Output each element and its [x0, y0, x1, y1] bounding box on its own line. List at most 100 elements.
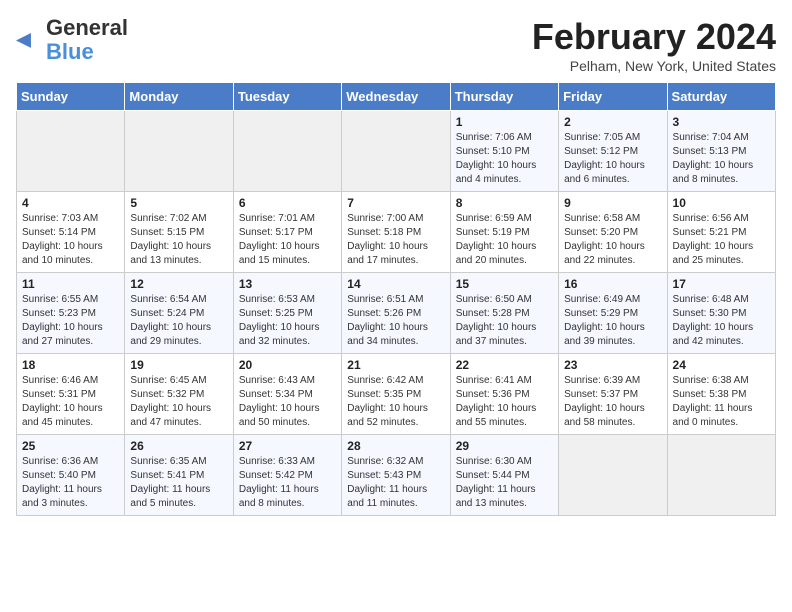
calendar-cell: 7 Sunrise: 7:00 AM Sunset: 5:18 PM Daylig…	[342, 192, 450, 273]
day-number: 27	[239, 439, 336, 453]
day-number: 25	[22, 439, 119, 453]
calendar-cell: 9 Sunrise: 6:58 AM Sunset: 5:20 PM Daylig…	[559, 192, 667, 273]
calendar-cell: 11 Sunrise: 6:55 AM Sunset: 5:23 PM Dayli…	[17, 273, 125, 354]
logo-blue: Blue	[46, 39, 94, 64]
calendar-cell: 28 Sunrise: 6:32 AM Sunset: 5:43 PM Dayli…	[342, 435, 450, 516]
page-header: February 2024 Pelham, New York, United S…	[16, 16, 776, 74]
day-number: 19	[130, 358, 227, 372]
calendar-cell: 1 Sunrise: 7:06 AM Sunset: 5:10 PM Daylig…	[450, 111, 558, 192]
weekday-header-monday: Monday	[125, 83, 233, 111]
calendar-cell: 12 Sunrise: 6:54 AM Sunset: 5:24 PM Dayli…	[125, 273, 233, 354]
weekday-header-thursday: Thursday	[450, 83, 558, 111]
logo-text: GeneralBlue	[46, 16, 128, 64]
day-info: Sunrise: 6:58 AM Sunset: 5:20 PM Dayligh…	[564, 212, 661, 268]
day-number: 7	[347, 196, 444, 210]
day-number: 8	[456, 196, 553, 210]
day-number: 5	[130, 196, 227, 210]
calendar-cell: 17 Sunrise: 6:48 AM Sunset: 5:30 PM Dayli…	[667, 273, 775, 354]
weekday-header-tuesday: Tuesday	[233, 83, 341, 111]
calendar-cell: 14Sunrise: 6:51 AM Sunset: 5:26 PM Dayli…	[342, 273, 450, 354]
calendar-cell: 13 Sunrise: 6:53 AM Sunset: 5:25 PM Dayli…	[233, 273, 341, 354]
calendar-header-row: SundayMondayTuesdayWednesdayThursdayFrid…	[17, 83, 776, 111]
calendar-cell: 24 Sunrise: 6:38 AM Sunset: 5:38 PM Dayli…	[667, 354, 775, 435]
calendar-cell: 10 Sunrise: 6:56 AM Sunset: 5:21 PM Dayli…	[667, 192, 775, 273]
day-info: Sunrise: 7:01 AM Sunset: 5:17 PM Dayligh…	[239, 212, 336, 268]
calendar-table: SundayMondayTuesdayWednesdayThursdayFrid…	[16, 82, 776, 516]
calendar-cell: 6 Sunrise: 7:01 AM Sunset: 5:17 PM Daylig…	[233, 192, 341, 273]
calendar-cell: 5Sunrise: 7:02 AM Sunset: 5:15 PM Daylig…	[125, 192, 233, 273]
calendar-week-row: 1 Sunrise: 7:06 AM Sunset: 5:10 PM Daylig…	[17, 111, 776, 192]
day-number: 12	[130, 277, 227, 291]
calendar-cell	[342, 111, 450, 192]
day-info: Sunrise: 6:48 AM Sunset: 5:30 PM Dayligh…	[673, 293, 770, 349]
calendar-cell: 8 Sunrise: 6:59 AM Sunset: 5:19 PM Daylig…	[450, 192, 558, 273]
day-number: 22	[456, 358, 553, 372]
day-number: 1	[456, 115, 553, 129]
page-subtitle: Pelham, New York, United States	[16, 58, 776, 74]
day-info: Sunrise: 6:50 AM Sunset: 5:28 PM Dayligh…	[456, 293, 553, 349]
day-number: 9	[564, 196, 661, 210]
calendar-week-row: 4Sunrise: 7:03 AM Sunset: 5:14 PM Daylig…	[17, 192, 776, 273]
day-number: 17	[673, 277, 770, 291]
day-number: 23	[564, 358, 661, 372]
calendar-week-row: 11 Sunrise: 6:55 AM Sunset: 5:23 PM Dayli…	[17, 273, 776, 354]
day-info: Sunrise: 6:36 AM Sunset: 5:40 PM Dayligh…	[22, 455, 119, 511]
calendar-week-row: 18Sunrise: 6:46 AM Sunset: 5:31 PM Dayli…	[17, 354, 776, 435]
day-number: 16	[564, 277, 661, 291]
calendar-cell	[667, 435, 775, 516]
day-number: 4	[22, 196, 119, 210]
day-number: 24	[673, 358, 770, 372]
calendar-cell	[17, 111, 125, 192]
day-info: Sunrise: 6:39 AM Sunset: 5:37 PM Dayligh…	[564, 374, 661, 430]
calendar-cell: 29Sunrise: 6:30 AM Sunset: 5:44 PM Dayli…	[450, 435, 558, 516]
day-number: 3	[673, 115, 770, 129]
day-number: 13	[239, 277, 336, 291]
calendar-cell: 4Sunrise: 7:03 AM Sunset: 5:14 PM Daylig…	[17, 192, 125, 273]
weekday-header-friday: Friday	[559, 83, 667, 111]
calendar-cell: 18Sunrise: 6:46 AM Sunset: 5:31 PM Dayli…	[17, 354, 125, 435]
day-info: Sunrise: 7:00 AM Sunset: 5:18 PM Dayligh…	[347, 212, 444, 268]
day-info: Sunrise: 6:32 AM Sunset: 5:43 PM Dayligh…	[347, 455, 444, 511]
day-info: Sunrise: 6:49 AM Sunset: 5:29 PM Dayligh…	[564, 293, 661, 349]
calendar-cell	[559, 435, 667, 516]
day-number: 20	[239, 358, 336, 372]
calendar-cell: 26Sunrise: 6:35 AM Sunset: 5:41 PM Dayli…	[125, 435, 233, 516]
day-number: 2	[564, 115, 661, 129]
svg-text:◀: ◀	[16, 29, 32, 51]
calendar-cell: 25 Sunrise: 6:36 AM Sunset: 5:40 PM Dayli…	[17, 435, 125, 516]
calendar-week-row: 25 Sunrise: 6:36 AM Sunset: 5:40 PM Dayli…	[17, 435, 776, 516]
page-title: February 2024	[16, 16, 776, 58]
calendar-cell	[125, 111, 233, 192]
logo: ◀ GeneralBlue	[16, 16, 128, 64]
day-info: Sunrise: 6:56 AM Sunset: 5:21 PM Dayligh…	[673, 212, 770, 268]
day-number: 21	[347, 358, 444, 372]
day-number: 11	[22, 277, 119, 291]
day-number: 29	[456, 439, 553, 453]
day-info: Sunrise: 6:42 AM Sunset: 5:35 PM Dayligh…	[347, 374, 444, 430]
calendar-cell: 2 Sunrise: 7:05 AM Sunset: 5:12 PM Daylig…	[559, 111, 667, 192]
day-number: 6	[239, 196, 336, 210]
day-number: 28	[347, 439, 444, 453]
weekday-header-wednesday: Wednesday	[342, 83, 450, 111]
day-number: 10	[673, 196, 770, 210]
weekday-header-sunday: Sunday	[17, 83, 125, 111]
day-info: Sunrise: 6:38 AM Sunset: 5:38 PM Dayligh…	[673, 374, 770, 430]
weekday-header-saturday: Saturday	[667, 83, 775, 111]
day-info: Sunrise: 6:55 AM Sunset: 5:23 PM Dayligh…	[22, 293, 119, 349]
calendar-cell	[233, 111, 341, 192]
day-info: Sunrise: 6:53 AM Sunset: 5:25 PM Dayligh…	[239, 293, 336, 349]
calendar-cell: 20 Sunrise: 6:43 AM Sunset: 5:34 PM Dayli…	[233, 354, 341, 435]
day-info: Sunrise: 7:05 AM Sunset: 5:12 PM Dayligh…	[564, 131, 661, 187]
day-info: Sunrise: 6:54 AM Sunset: 5:24 PM Dayligh…	[130, 293, 227, 349]
calendar-cell: 21 Sunrise: 6:42 AM Sunset: 5:35 PM Dayli…	[342, 354, 450, 435]
day-info: Sunrise: 7:04 AM Sunset: 5:13 PM Dayligh…	[673, 131, 770, 187]
day-info: Sunrise: 6:45 AM Sunset: 5:32 PM Dayligh…	[130, 374, 227, 430]
day-info: Sunrise: 6:59 AM Sunset: 5:19 PM Dayligh…	[456, 212, 553, 268]
day-info: Sunrise: 6:51 AM Sunset: 5:26 PM Dayligh…	[347, 293, 444, 349]
day-info: Sunrise: 7:06 AM Sunset: 5:10 PM Dayligh…	[456, 131, 553, 187]
calendar-cell: 16 Sunrise: 6:49 AM Sunset: 5:29 PM Dayli…	[559, 273, 667, 354]
day-number: 15	[456, 277, 553, 291]
calendar-cell: 23 Sunrise: 6:39 AM Sunset: 5:37 PM Dayli…	[559, 354, 667, 435]
day-info: Sunrise: 6:43 AM Sunset: 5:34 PM Dayligh…	[239, 374, 336, 430]
calendar-cell: 3 Sunrise: 7:04 AM Sunset: 5:13 PM Daylig…	[667, 111, 775, 192]
